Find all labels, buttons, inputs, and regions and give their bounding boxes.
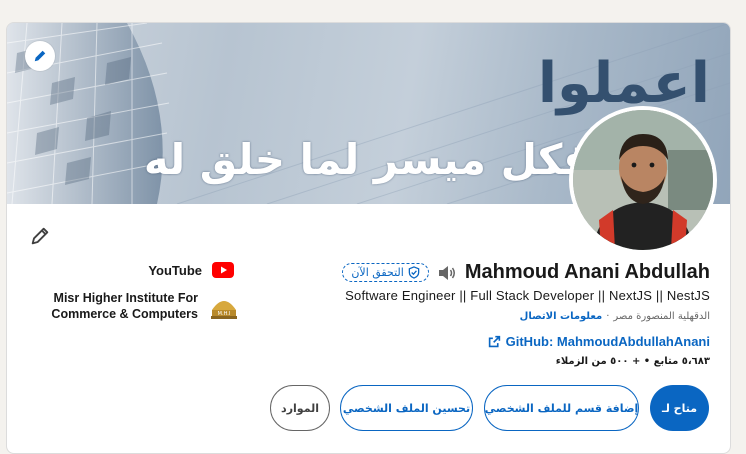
followers-stats[interactable]: ٥،٦٨٣ متابع • + ٥٠٠ من الزملاء: [556, 356, 710, 367]
open-to-button[interactable]: متاح لـ: [650, 385, 709, 431]
external-link-icon: [488, 335, 500, 348]
improve-profile-button[interactable]: تحسين الملف الشخصي: [340, 385, 473, 431]
pencil-icon: [34, 50, 46, 62]
youtube-link[interactable]: YouTube: [148, 262, 234, 278]
add-profile-section-button[interactable]: إضافة قسم للملف الشخصي: [484, 385, 639, 431]
verify-now-badge[interactable]: التحقق الآن: [342, 263, 429, 282]
separator-dot: ·: [606, 311, 610, 322]
youtube-icon: [212, 262, 234, 278]
github-label: GitHub: MahmoudAbdullahAnani: [505, 334, 710, 349]
institute-link[interactable]: Misr Higher Institute For Commerce & Com…: [38, 290, 240, 322]
profile-headline: Software Engineer || Full Stack Develope…: [345, 288, 710, 303]
location-text: الدقهلية المنصورة مصر: [613, 311, 710, 322]
name-row: التحقق الآن Mahmoud Anani Abdullah: [342, 261, 710, 284]
institute-label: Misr Higher Institute For Commerce & Com…: [51, 291, 198, 321]
banner-text-line2: فكل ميسر لما خلق له: [143, 135, 590, 184]
verify-label: التحقق الآن: [351, 266, 404, 279]
profile-name: Mahmoud Anani Abdullah: [464, 261, 710, 283]
github-link[interactable]: GitHub: MahmoudAbdullahAnani: [488, 334, 710, 349]
edit-banner-button[interactable]: [25, 41, 55, 71]
avatar-photo: [573, 110, 713, 250]
resources-button[interactable]: الموارد: [270, 385, 330, 431]
profile-avatar[interactable]: [569, 106, 717, 254]
speaker-icon[interactable]: [437, 264, 457, 282]
edit-icon[interactable]: [29, 225, 51, 247]
institute-logo-text: M.H.I: [218, 311, 231, 317]
institute-logo-icon: M.H.I: [211, 301, 237, 319]
youtube-label: YouTube: [148, 262, 202, 278]
location-row: الدقهلية المنصورة مصر · معلومات الاتصال: [520, 311, 710, 322]
banner-text-line1: اعملوا: [537, 51, 710, 116]
profile-card: اعملوا فكل ميسر لما خلق له التحقق الآن M…: [6, 22, 731, 454]
verified-shield-icon: [408, 266, 420, 279]
contact-info-link[interactable]: معلومات الاتصال: [520, 311, 603, 322]
